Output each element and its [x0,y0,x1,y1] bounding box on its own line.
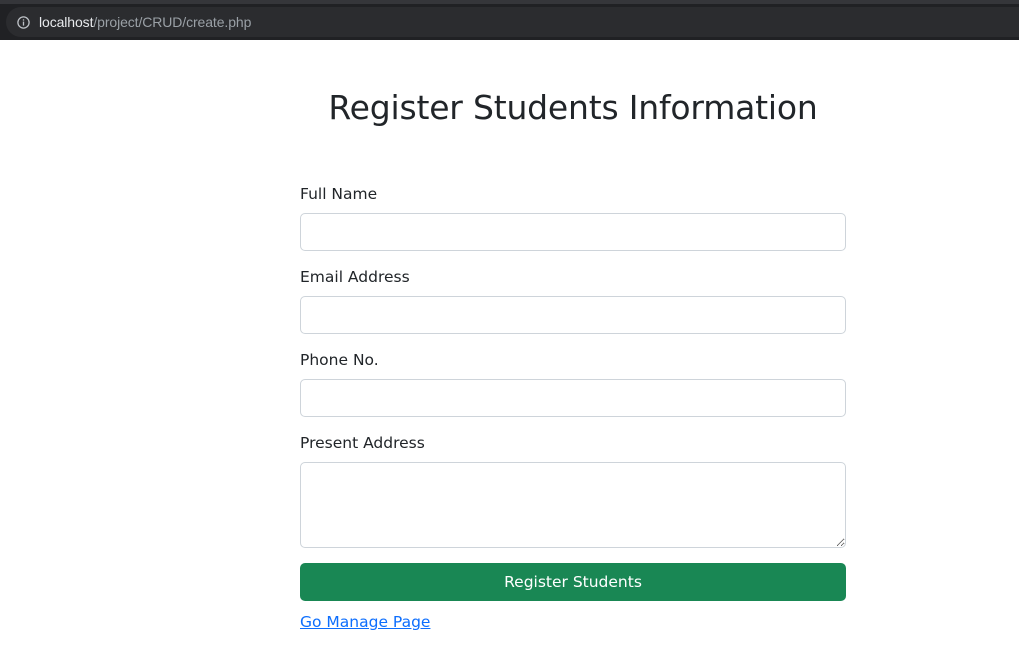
page-title: Register Students Information [328,88,818,127]
url-text[interactable]: localhost/project/CRUD/create.php [39,14,251,30]
phone-input[interactable] [300,379,846,417]
email-label: Email Address [300,268,410,286]
full-name-group: Full Name [300,184,846,251]
phone-group: Phone No. [300,350,846,417]
browser-toolbar: localhost/project/CRUD/create.php [0,0,1019,40]
address-label: Present Address [300,434,425,452]
address-textarea[interactable] [300,462,846,548]
address-bar[interactable]: localhost/project/CRUD/create.php [6,7,1019,37]
full-name-label: Full Name [300,185,378,203]
page-content: Register Students Information Full Name … [0,40,1019,672]
phone-label: Phone No. [300,351,379,369]
address-group: Present Address [300,433,846,548]
url-path: /project/CRUD/create.php [93,14,252,30]
email-group: Email Address [300,267,846,334]
url-host: localhost [39,14,94,30]
register-form: Full Name Email Address Phone No. Presen… [300,184,846,632]
email-input[interactable] [300,296,846,334]
register-students-button[interactable]: Register Students [300,563,846,601]
info-circle-icon[interactable] [17,15,30,29]
full-name-input[interactable] [300,213,846,251]
go-manage-page-link[interactable]: Go Manage Page [300,613,430,631]
